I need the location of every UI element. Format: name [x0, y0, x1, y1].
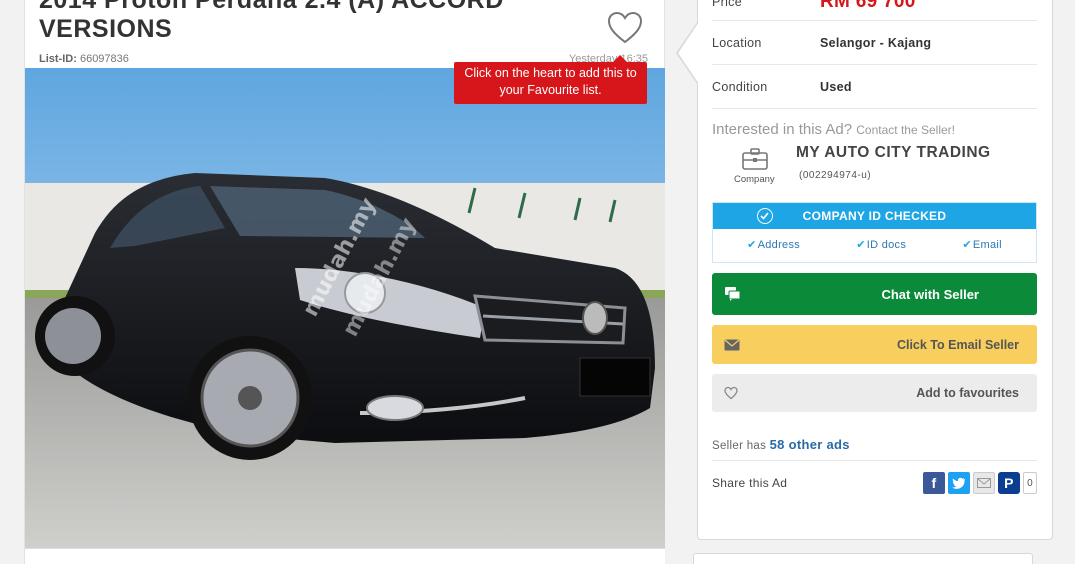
seller-has-label: Seller has: [712, 440, 767, 452]
other-ads-link[interactable]: 58 other ads: [770, 437, 850, 452]
location-label: Location: [712, 35, 762, 50]
verified-title: COMPANY ID CHECKED: [802, 209, 947, 223]
interest-text: Interested in this Ad?: [712, 121, 853, 138]
facebook-icon[interactable]: f: [923, 472, 945, 494]
seller-name[interactable]: MY AUTO CITY TRADING: [796, 144, 991, 162]
listing-title: 2014 Proton Perdana 2.4 (A) ACCORD VERSI…: [39, 0, 599, 44]
listing-card: 2014 Proton Perdana 2.4 (A) ACCORD VERSI…: [24, 0, 665, 564]
verified-address: Address: [747, 238, 800, 251]
car-photo[interactable]: mudah.my mudah.my: [25, 68, 665, 548]
envelope-icon: [724, 339, 740, 350]
verified-header: COMPANY ID CHECKED: [713, 203, 1036, 229]
price-row: Price RM 69 700: [712, 0, 1037, 21]
heart-icon[interactable]: [607, 11, 643, 45]
page: 2014 Proton Perdana 2.4 (A) ACCORD VERSI…: [0, 0, 1075, 564]
verified-email: Email: [962, 238, 1002, 251]
pinterest-icon[interactable]: P: [998, 472, 1020, 494]
heart-outline-icon: [724, 386, 738, 400]
interest-small: Contact the Seller!: [856, 123, 955, 137]
favourite-tooltip: Click on the heart to add this to your F…: [454, 55, 647, 104]
location-value: Selangor - Kajang: [820, 35, 932, 50]
verified-box: COMPANY ID CHECKED Address ID docs Email: [712, 202, 1037, 263]
email-button-label: Click To Email Seller: [896, 337, 1019, 352]
chat-with-seller-button[interactable]: Chat with Seller: [712, 273, 1037, 315]
panel-inner: Price RM 69 700 Location Selangor - Kaja…: [712, 0, 1037, 505]
condition-label: Condition: [712, 79, 768, 94]
condition-value: Used: [820, 79, 852, 94]
seller-reg: (002294974-u): [799, 170, 872, 181]
twitter-icon[interactable]: [948, 472, 970, 494]
briefcase-icon: [742, 148, 768, 170]
seller-type: Company: [734, 174, 775, 185]
location-row: Location Selangor - Kajang: [712, 21, 1037, 65]
listing-title-line1: 2014 Proton Perdana 2.4 (A) ACCORD: [39, 0, 504, 14]
email-share-icon[interactable]: [973, 472, 995, 494]
email-seller-button[interactable]: Click To Email Seller: [712, 325, 1037, 364]
secondary-panel: [693, 553, 1033, 564]
list-id-label: List-ID:: [39, 53, 77, 65]
verified-items: Address ID docs Email: [713, 229, 1036, 260]
add-to-favourites-button[interactable]: Add to favourites: [712, 374, 1037, 412]
listing-footer: [25, 548, 665, 564]
interest-heading: Interested in this Ad? Contact the Selle…: [712, 121, 1037, 138]
share-count: 0: [1023, 472, 1037, 494]
check-circle-icon: [757, 208, 773, 224]
listing-title-line2: VERSIONS: [39, 15, 173, 43]
list-id: List-ID: 66097836: [39, 53, 129, 65]
seller-other-ads: Seller has 58 other ads: [712, 437, 1037, 461]
chat-button-label: Chat with Seller: [881, 286, 979, 302]
seller-info: Company MY AUTO CITY TRADING (002294974-…: [712, 138, 1037, 202]
chat-icon: [725, 287, 741, 301]
fav-button-label: Add to favourites: [916, 386, 1019, 400]
share-row: Share this Ad f P 0: [712, 461, 1037, 505]
condition-row: Condition Used: [712, 65, 1037, 109]
list-id-value: 66097836: [79, 53, 129, 65]
share-label: Share this Ad: [712, 476, 788, 490]
verified-id-docs: ID docs: [856, 238, 906, 251]
price-label: Price: [712, 0, 742, 9]
price-value: RM 69 700: [820, 0, 916, 12]
ad-details-panel: Price RM 69 700 Location Selangor - Kaja…: [676, 0, 1053, 540]
